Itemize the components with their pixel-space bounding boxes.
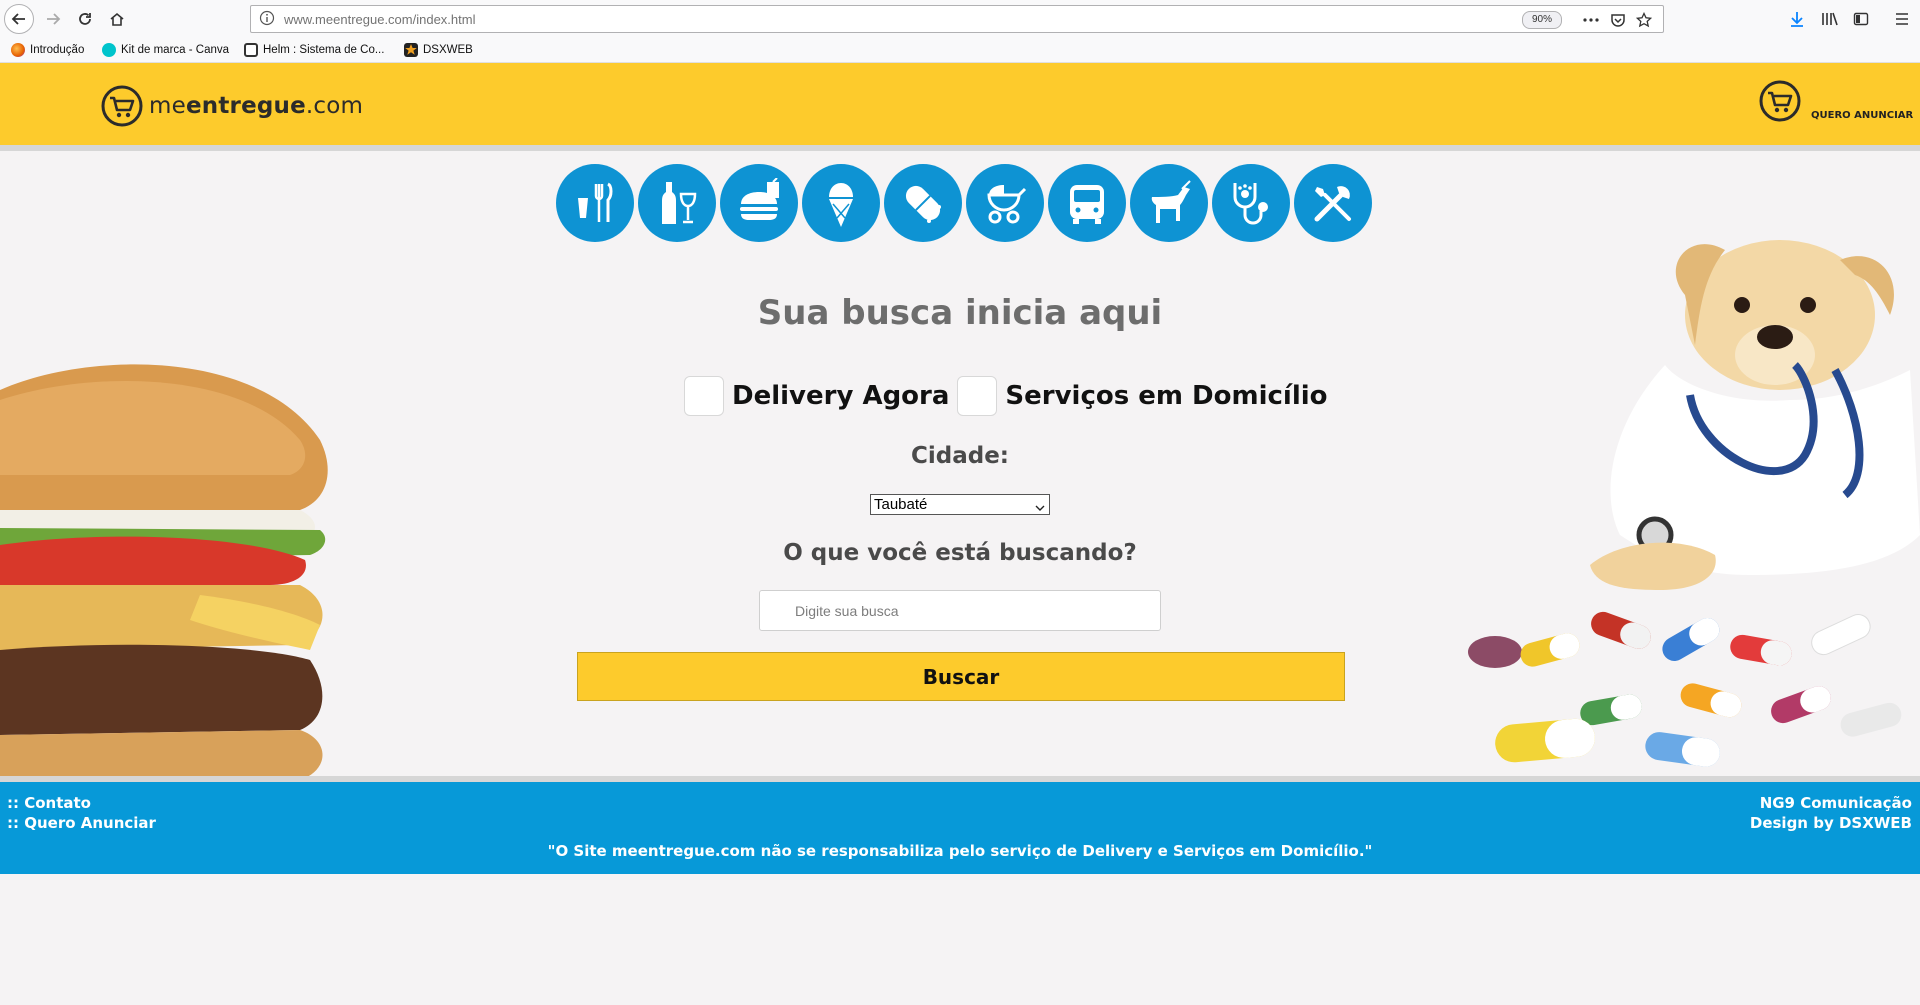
bookmark-introducao[interactable]: Introdução	[11, 42, 84, 58]
city-selected-value: Taubaté	[874, 496, 928, 513]
bookmark-label: Kit de marca - Canva	[121, 44, 230, 56]
bookmark-canva[interactable]: Kit de marca - Canva	[102, 42, 229, 58]
footer-credit-ng9[interactable]: NG9 Comunicação	[1760, 794, 1912, 812]
bookmark-label: Helm : Sistema de Co...	[263, 44, 385, 56]
site-footer: :: Contato :: Quero Anunciar NG9 Comunic…	[0, 782, 1920, 874]
bookmarks-bar: Introdução Kit de marca - Canva Helm : S…	[0, 38, 1920, 63]
cart-logo-icon	[101, 85, 143, 127]
footer-link-contato[interactable]: :: Contato	[7, 794, 91, 812]
baby-stroller-icon[interactable]	[966, 164, 1044, 242]
helm-icon	[244, 43, 258, 57]
fast-food-icon[interactable]	[720, 164, 798, 242]
cart-icon	[1759, 80, 1801, 122]
menu-icon[interactable]	[1890, 7, 1914, 31]
servicos-domicilio-label[interactable]: Serviços em Domicílio	[1005, 381, 1327, 411]
query-label: O que você está buscando?	[783, 540, 1137, 566]
bookmark-label: DSXWEB	[423, 44, 473, 56]
ice-cream-icon[interactable]	[802, 164, 880, 242]
search-input[interactable]: Digite sua busca	[759, 590, 1161, 631]
home-button[interactable]	[102, 4, 132, 34]
logo-bold: entregue	[185, 93, 306, 119]
site-header: meentregue.com QUERO ANUNCIAR	[0, 63, 1920, 145]
dog-walk-icon[interactable]	[1130, 164, 1208, 242]
dsxweb-icon	[404, 43, 418, 57]
city-select[interactable]: Taubaté	[870, 494, 1050, 515]
forward-button[interactable]	[38, 4, 68, 34]
burger-image	[0, 360, 340, 784]
chevron-down-icon	[1035, 499, 1045, 518]
zoom-level-badge[interactable]: 90%	[1522, 11, 1562, 29]
footer-disclaimer: "O Site meentregue.com não se responsabi…	[547, 842, 1373, 860]
restaurant-icon[interactable]	[556, 164, 634, 242]
quero-anunciar-label: QUERO ANUNCIAR	[1811, 110, 1914, 121]
logo-text: meentregue.com	[149, 93, 363, 119]
reload-icon	[79, 13, 91, 25]
search-placeholder: Digite sua busca	[795, 603, 899, 619]
page-actions-icon[interactable]	[1580, 9, 1602, 31]
canva-icon	[102, 43, 116, 57]
url-bar[interactable]: www.meentregue.com/index.html 90%	[250, 5, 1664, 33]
logo-suffix: .com	[305, 93, 364, 119]
pharmacy-icon[interactable]	[884, 164, 962, 242]
footer-credit-dsxweb[interactable]: Design by DSXWEB	[1750, 814, 1912, 832]
delivery-agora-checkbox[interactable]	[684, 376, 724, 416]
buscar-button[interactable]: Buscar	[577, 652, 1345, 701]
delivery-agora-label[interactable]: Delivery Agora	[732, 381, 949, 411]
servicos-domicilio-checkbox[interactable]	[957, 376, 998, 416]
bookmark-dsxweb[interactable]: DSXWEB	[404, 42, 473, 58]
url-text[interactable]: www.meentregue.com/index.html	[284, 12, 475, 27]
veterinary-icon[interactable]	[1212, 164, 1290, 242]
search-type-options: Delivery Agora Serviços em Domicílio	[684, 374, 1336, 418]
wine-icon[interactable]	[638, 164, 716, 242]
city-label: Cidade:	[910, 443, 1009, 469]
forward-arrow-icon	[47, 13, 61, 25]
back-button[interactable]	[4, 4, 34, 34]
bookmark-helm[interactable]: Helm : Sistema de Co...	[244, 42, 384, 58]
downloads-icon[interactable]	[1785, 7, 1809, 31]
header-divider	[0, 145, 1920, 151]
bookmark-label: Introdução	[30, 44, 85, 56]
browser-toolbar: www.meentregue.com/index.html 90%	[0, 0, 1920, 38]
sidebar-icon[interactable]	[1849, 7, 1873, 31]
site-info-icon[interactable]	[259, 10, 275, 30]
footer-link-quero-anunciar[interactable]: :: Quero Anunciar	[7, 814, 156, 832]
reload-button[interactable]	[70, 4, 100, 34]
pills-image	[1460, 590, 1920, 784]
bookmark-star-icon[interactable]	[1633, 9, 1655, 31]
category-icons	[556, 164, 1372, 244]
quero-anunciar-button[interactable]: QUERO ANUNCIAR	[1758, 79, 1914, 139]
tools-icon[interactable]	[1294, 164, 1372, 242]
firefox-icon	[11, 43, 25, 57]
library-icon[interactable]	[1818, 7, 1842, 31]
pocket-icon[interactable]	[1607, 9, 1629, 31]
logo-prefix: me	[149, 93, 186, 119]
back-arrow-icon	[11, 13, 25, 25]
home-icon	[110, 12, 124, 26]
bus-icon[interactable]	[1048, 164, 1126, 242]
site-logo[interactable]: meentregue.com	[101, 85, 363, 127]
search-title: Sua busca inicia aqui	[757, 293, 1163, 333]
